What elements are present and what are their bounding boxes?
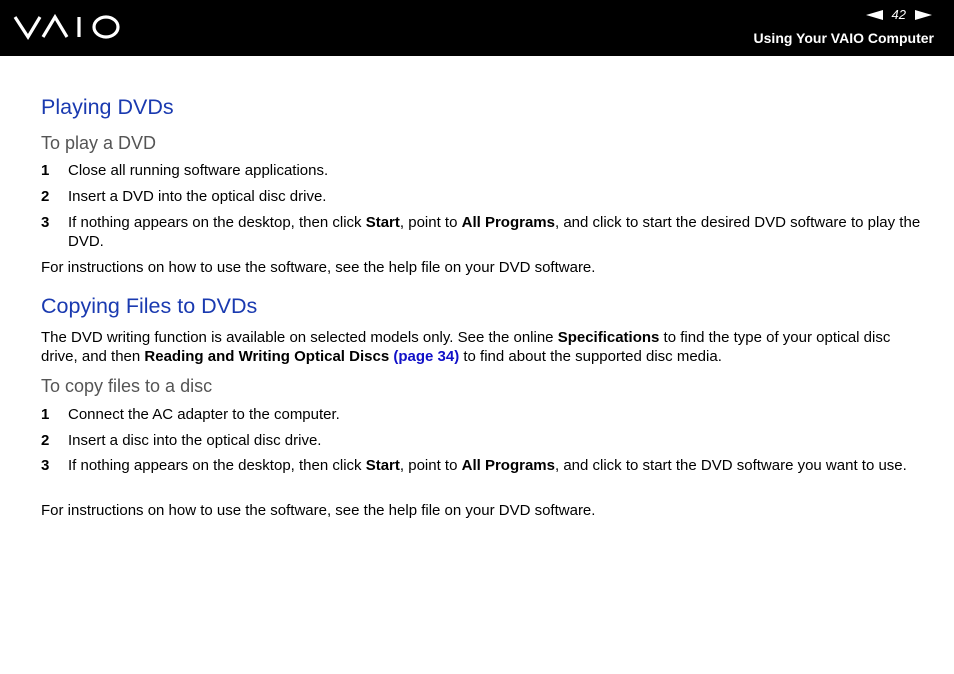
- subheading-to-play-a-dvd: To play a DVD: [41, 133, 157, 153]
- step-number: 2: [41, 432, 50, 449]
- instructions-note: For instructions on how to use the softw…: [41, 502, 596, 519]
- heading-playing-dvds: Playing DVDs: [41, 95, 174, 119]
- step-text: Insert a disc into the optical disc driv…: [68, 432, 322, 449]
- start-label: Start: [365, 214, 400, 231]
- step-number: 3: [41, 214, 50, 231]
- previous-page-icon[interactable]: [864, 8, 884, 22]
- instructions-note: For instructions on how to use the softw…: [41, 259, 596, 276]
- intro-paragraph: The DVD writing function is available on…: [41, 329, 891, 365]
- page-header: 42 Using Your VAIO Computer: [0, 0, 954, 56]
- step-text: Connect the AC adapter to the computer.: [68, 406, 340, 423]
- step-number: 1: [41, 162, 50, 179]
- step-text: Insert a DVD into the optical disc drive…: [68, 188, 327, 205]
- next-page-icon[interactable]: [914, 8, 934, 22]
- page-navigation: 42: [864, 7, 934, 22]
- specifications-label: Specifications: [557, 329, 660, 346]
- step-text: Close all running software applications.: [68, 162, 329, 179]
- section-title: Using Your VAIO Computer: [753, 30, 934, 46]
- step-text: If nothing appears on the desktop, then …: [68, 457, 907, 474]
- step-number: 2: [41, 188, 50, 205]
- heading-copying-files: Copying Files to DVDs: [41, 294, 258, 318]
- start-label: Start: [365, 457, 400, 474]
- step-number: 1: [41, 406, 50, 423]
- subheading-to-copy-files: To copy files to a disc: [41, 376, 213, 396]
- vaio-logo: [13, 13, 120, 41]
- all-programs-label: All Programs: [461, 457, 555, 474]
- page-34-link[interactable]: (page 34): [393, 348, 459, 365]
- reading-writing-label: Reading and Writing Optical Discs: [144, 348, 390, 365]
- all-programs-label: All Programs: [461, 214, 555, 231]
- step-number: 3: [41, 457, 50, 474]
- page-number: 42: [891, 7, 906, 22]
- step-text: If nothing appears on the desktop, then …: [68, 214, 921, 250]
